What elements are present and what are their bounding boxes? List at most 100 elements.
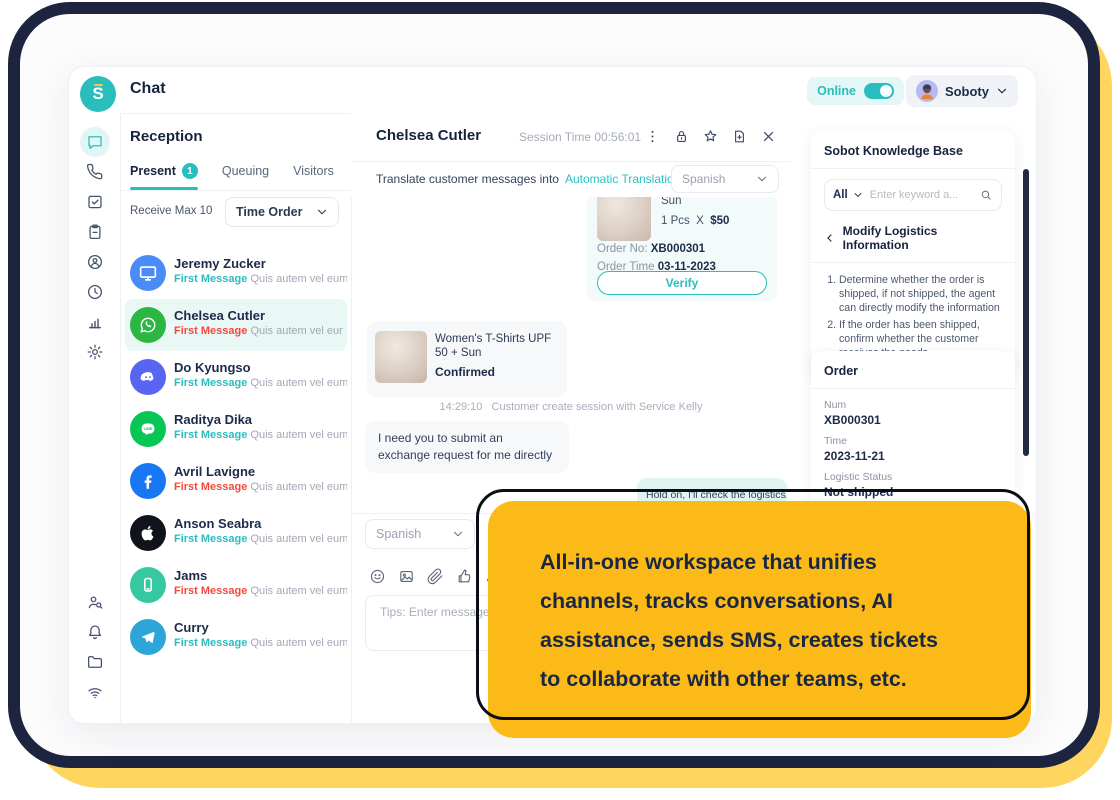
contact-row-selected[interactable]: Chelsea Cutler First Message Quis autem … [125,299,347,351]
contact-row[interactable]: Jeremy Zucker First Message Quis autem v… [121,247,351,299]
customer-message-bubble: I need you to submit an exchange request… [365,421,569,473]
times-label: X [696,215,704,227]
star-icon[interactable] [702,128,719,145]
contact-text: Anson Seabra First Message Quis autem ve… [174,515,347,547]
emoji-icon[interactable] [369,568,386,585]
translate-mode[interactable]: Automatic Translation [565,172,680,186]
translate-language-value: Spanish [682,172,725,186]
tab-present[interactable]: Present 1 [130,163,198,179]
settings-icon[interactable] [80,337,110,367]
avatar [916,80,938,102]
thumbs-up-icon[interactable] [456,568,473,585]
system-time: 14:29:10 [440,401,483,413]
analytics-icon[interactable] [80,307,110,337]
article-header[interactable]: Modify Logistics Information [824,224,1002,252]
file-plus-icon[interactable] [731,128,748,145]
contact-text: Jeremy Zucker First Message Quis autem v… [174,255,347,287]
contact-preview: Quis autem vel eum iu... [250,325,343,337]
order-field-label: Time [824,435,1002,447]
more-options-icon[interactable] [644,128,661,145]
translate-label: Translate customer messages into [376,172,559,186]
notifications-icon[interactable] [80,617,110,647]
first-message-tag: First Message [174,377,247,389]
search-filter-value[interactable]: All [833,189,848,201]
chevron-down-icon [452,528,464,540]
facebook-icon [130,463,166,499]
web-channel-icon [130,255,166,291]
user-menu[interactable]: Soboty [906,75,1018,107]
clipboard-icon[interactable] [80,217,110,247]
apple-icon [130,515,166,551]
receive-max-label: Receive Max 10 [130,205,212,217]
image-icon[interactable] [398,568,415,585]
tasks-icon[interactable] [80,187,110,217]
chevron-left-icon[interactable] [824,232,836,244]
sort-order-select[interactable]: Time Order [225,197,339,227]
attachment-icon[interactable] [427,568,444,585]
contact-text: Chelsea Cutler First Message Quis autem … [174,307,343,339]
knowledge-search[interactable]: All [824,179,1002,211]
page-title: Chat [130,80,166,98]
first-message-tag: First Message [174,273,247,285]
tab-queuing[interactable]: Queuing [222,164,269,178]
search-icon[interactable] [979,188,993,202]
divider [811,262,1015,263]
svg-text:LINE: LINE [144,427,153,431]
chat-icon[interactable] [80,127,110,157]
product-confirm-card: Women's T-Shirts UPF 50 + Sun Confirmed [367,321,567,397]
verify-button[interactable]: Verify [597,271,767,295]
lock-icon[interactable] [673,128,690,145]
reception-panel: Reception Present 1 Queuing Visitors Rec… [121,113,352,723]
callout-text-line: channels, tracks conversations, AI [540,582,1003,621]
contact-row[interactable]: Jams First Message Quis autem vel eum iu… [121,559,351,611]
avatar-person-icon [916,80,938,102]
contact-preview: Quis autem vel eum iu... [250,533,347,545]
callout-text-line: to collaborate with other teams, etc. [540,660,1003,699]
tab-visitors[interactable]: Visitors [293,164,334,178]
contact-name: Raditya Dika [174,411,347,428]
first-message-tag: First Message [174,481,247,493]
translate-bar: Translate customer messages into Automat… [351,161,791,197]
online-toggle[interactable] [864,83,894,99]
network-icon[interactable] [80,677,110,707]
present-count-badge: 1 [182,163,198,179]
order-no-label: Order No: [597,243,648,255]
contact-name: Avril Lavigne [174,463,347,480]
contact-row[interactable]: LINE Raditya Dika First Message Quis aut… [121,403,351,455]
contact-name: Chelsea Cutler [174,307,343,324]
chat-header-actions [644,128,777,145]
contact-preview: Quis autem vel eum iu... [250,637,347,649]
composer-language-value: Spanish [376,527,421,541]
product-status: Confirmed [435,365,495,379]
contact-row[interactable]: Avril Lavigne First Message Quis autem v… [121,455,351,507]
rail-top-group [80,127,110,367]
sobot-logo: S [80,76,116,112]
close-icon[interactable] [760,128,777,145]
history-icon[interactable] [80,277,110,307]
order-field-value: Not shipped [824,485,1002,499]
first-message-tag: First Message [174,637,247,649]
left-rail [69,113,121,723]
keyword-search-input[interactable] [868,188,974,202]
contact-row[interactable]: Do Kyungso First Message Quis autem vel … [121,351,351,403]
user-search-icon[interactable] [80,587,110,617]
panel-scrollbar[interactable] [1023,169,1029,456]
contact-row[interactable]: Anson Seabra First Message Quis autem ve… [121,507,351,559]
divider [811,388,1015,389]
phone-icon[interactable] [80,157,110,187]
folder-icon[interactable] [80,647,110,677]
contact-row[interactable]: Curry First Message Quis autem vel eum i… [121,611,351,663]
composer-toolbar [369,568,502,585]
sort-order-value: Time Order [236,205,302,219]
agent-icon[interactable] [80,247,110,277]
article-steps: Determine whether the order is shipped, … [824,273,1002,360]
order-field-value: XB000301 [824,413,1002,427]
translate-language-select[interactable]: Spanish [671,165,779,193]
order-field-value: 2023-11-21 [824,449,1002,463]
contact-name: Anson Seabra [174,515,347,532]
contact-text: Jams First Message Quis autem vel eum iu… [174,567,347,599]
online-label: Online [817,84,856,98]
composer-language-select[interactable]: Spanish [365,519,475,549]
callout-text-line: assistance, sends SMS, creates tickets [540,621,1003,660]
callout-banner: All-in-one workspace that unifies channe… [488,501,1031,738]
